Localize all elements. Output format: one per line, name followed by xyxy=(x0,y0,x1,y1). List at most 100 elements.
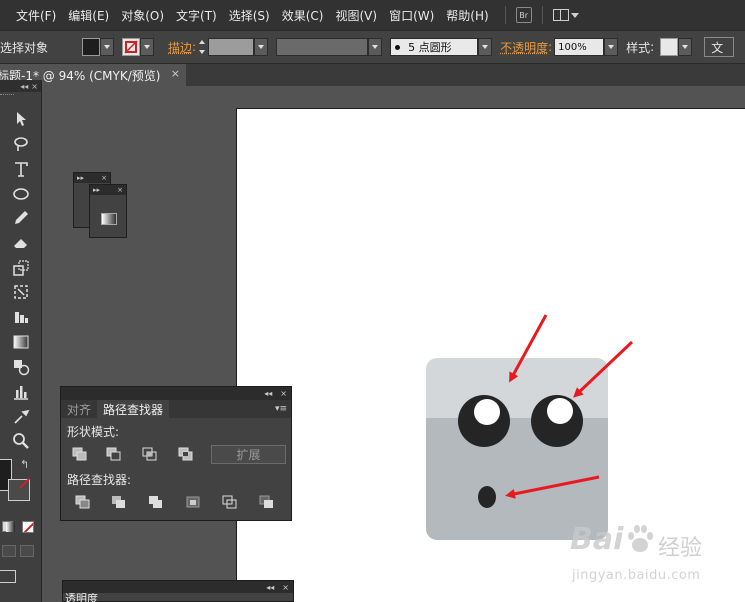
no-color-icon xyxy=(23,522,34,533)
lasso-tool[interactable] xyxy=(10,133,32,155)
gradient-mode-button[interactable] xyxy=(6,522,15,532)
panel-menu-icon[interactable]: ▾≡ xyxy=(275,404,287,414)
menu-select[interactable]: 选择(S) xyxy=(223,7,276,24)
blend-tool[interactable] xyxy=(10,356,32,378)
draw-mode-button[interactable] xyxy=(2,545,16,557)
chevron-down-icon xyxy=(104,45,110,49)
stroke-swatch[interactable] xyxy=(122,38,140,56)
divide-button[interactable] xyxy=(74,494,92,510)
menu-view[interactable]: 视图(V) xyxy=(329,7,383,24)
stroke-label[interactable]: 描边 xyxy=(168,39,192,56)
pencil-icon xyxy=(12,209,30,227)
stroke-dropdown-button[interactable] xyxy=(140,38,154,56)
merge-button[interactable] xyxy=(147,494,165,510)
scale-icon xyxy=(12,259,30,277)
tab-align[interactable]: 对齐 xyxy=(61,400,97,418)
stroke-weight-stepper[interactable] xyxy=(196,38,208,56)
crop-button[interactable] xyxy=(184,494,202,510)
menu-file[interactable]: 文件(F) xyxy=(10,7,62,24)
brush-dot-icon xyxy=(395,45,400,50)
scale-tool[interactable] xyxy=(10,257,32,279)
opacity-dropdown[interactable] xyxy=(604,38,618,56)
close-icon[interactable]: × xyxy=(282,583,289,592)
menu-effect[interactable]: 效果(C) xyxy=(276,7,330,24)
brush-definition-select[interactable]: 5 点圆形 xyxy=(390,38,478,56)
menu-type[interactable]: 文字(T) xyxy=(170,7,223,24)
fill-dropdown-button[interactable] xyxy=(100,38,114,56)
graphic-style-swatch[interactable] xyxy=(660,38,678,56)
graph-tool[interactable] xyxy=(10,381,32,403)
tab-pathfinder[interactable]: 路径查找器 xyxy=(97,400,169,418)
intersect-button[interactable] xyxy=(141,446,159,462)
profile-dropdown[interactable] xyxy=(368,38,382,56)
left-eye[interactable] xyxy=(458,395,510,447)
intersect-icon xyxy=(141,446,159,462)
type-tool[interactable] xyxy=(10,158,32,180)
chevron-down-icon xyxy=(482,45,488,49)
face-shape[interactable] xyxy=(426,358,608,540)
eraser-tool[interactable] xyxy=(10,231,32,253)
screen-mode-button[interactable] xyxy=(0,570,16,583)
chevron-down-icon xyxy=(372,45,378,49)
opacity-label-colon: : xyxy=(548,40,552,54)
pencil-tool[interactable] xyxy=(10,207,32,229)
swap-colors-icon[interactable]: ↰ xyxy=(20,458,29,471)
variable-width-profile[interactable] xyxy=(276,38,368,56)
close-icon[interactable]: × xyxy=(31,82,38,91)
expand-icon[interactable]: ▸▸ xyxy=(93,186,100,194)
tools-panel: ◂◂ × ↰ xyxy=(0,80,42,602)
menu-edit[interactable]: 编辑(E) xyxy=(62,7,115,24)
ellipse-tool[interactable] xyxy=(10,183,32,205)
stroke-weight-input[interactable] xyxy=(208,38,254,56)
mouth[interactable] xyxy=(478,486,496,508)
exclude-button[interactable] xyxy=(177,446,195,462)
tab-transparency[interactable]: 透明度 xyxy=(63,593,98,602)
bridge-button[interactable]: Br xyxy=(516,7,532,23)
document-setup-button[interactable]: 文 xyxy=(704,37,734,57)
minus-front-button[interactable] xyxy=(105,446,123,462)
menu-bar: 文件(F) 编辑(E) 对象(O) 文字(T) 选择(S) 效果(C) 视图(V… xyxy=(0,0,745,30)
right-eye[interactable] xyxy=(531,395,583,447)
expand-icon[interactable]: ▸▸ xyxy=(77,174,84,182)
zoom-tool[interactable] xyxy=(10,430,32,452)
menu-object[interactable]: 对象(O) xyxy=(115,7,170,24)
free-transform-tool[interactable] xyxy=(10,281,32,303)
direct-selection-tool[interactable] xyxy=(10,108,32,130)
eyedropper-tool[interactable] xyxy=(10,406,32,428)
collapse-icon[interactable]: ◂◂ xyxy=(264,389,272,398)
stroke-weight-dropdown[interactable] xyxy=(254,38,268,56)
menu-window[interactable]: 窗口(W) xyxy=(383,7,440,24)
opacity-label[interactable]: 不透明度 xyxy=(500,39,548,56)
collapse-icon[interactable]: ◂◂ xyxy=(266,583,274,592)
blend-icon xyxy=(12,358,30,376)
document-tab-bar: 标题-1* @ 94% (CMYK/预览) × xyxy=(0,64,745,86)
panel-grip xyxy=(0,94,14,100)
collapse-icon[interactable]: ◂◂ xyxy=(20,82,28,91)
collapsed-panel-front[interactable]: ▸▸ × xyxy=(89,184,127,238)
gradient-panel-icon[interactable] xyxy=(101,213,117,225)
expand-button[interactable]: 扩展 xyxy=(211,445,286,464)
draw-behind-button[interactable] xyxy=(20,545,34,557)
opacity-input[interactable]: 100% xyxy=(554,38,604,56)
outline-button[interactable] xyxy=(221,494,239,510)
gradient-tool[interactable] xyxy=(10,331,32,353)
unite-button[interactable] xyxy=(71,446,89,462)
close-icon[interactable]: × xyxy=(117,186,123,194)
zoom-icon xyxy=(12,432,30,450)
menu-separator xyxy=(505,6,506,24)
style-dropdown[interactable] xyxy=(678,38,692,56)
watermark-brand-cn: 经验 xyxy=(658,530,702,562)
menu-help[interactable]: 帮助(H) xyxy=(440,7,494,24)
fill-swatch[interactable] xyxy=(82,38,100,56)
minus-back-button[interactable] xyxy=(258,494,276,510)
close-icon[interactable]: × xyxy=(171,67,180,80)
shape-builder-tool[interactable] xyxy=(10,306,32,328)
gradient-icon xyxy=(12,333,30,351)
close-icon[interactable]: × xyxy=(280,389,287,398)
close-icon[interactable]: × xyxy=(101,174,107,182)
workspace-layout-button[interactable] xyxy=(553,9,579,21)
brush-dropdown[interactable] xyxy=(478,38,492,56)
none-mode-button[interactable] xyxy=(22,521,34,533)
trim-button[interactable] xyxy=(110,494,128,510)
chevron-down-icon xyxy=(608,45,614,49)
